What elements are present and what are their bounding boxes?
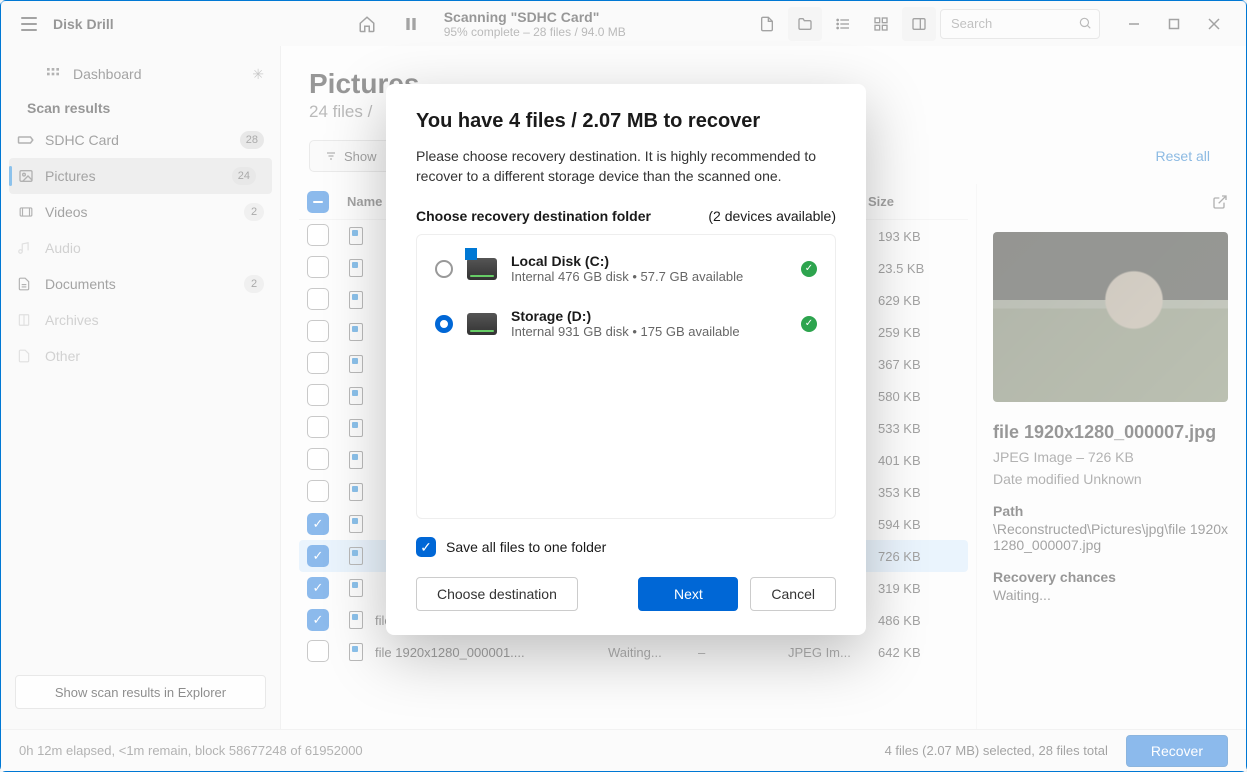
destination-list: Local Disk (C:) Internal 476 GB disk • 5… — [416, 234, 836, 519]
choose-destination-button[interactable]: Choose destination — [416, 577, 578, 611]
modal-title: You have 4 files / 2.07 MB to recover — [416, 110, 836, 133]
drive-icon — [467, 258, 497, 280]
save-one-folder-label: Save all files to one folder — [446, 539, 606, 555]
device-count: (2 devices available) — [708, 208, 836, 224]
destination-sub: Internal 931 GB disk • 175 GB available — [511, 324, 787, 339]
drive-icon — [467, 313, 497, 335]
next-button[interactable]: Next — [638, 577, 738, 611]
modal-body: Please choose recovery destination. It i… — [416, 147, 836, 186]
status-ok-icon: ✓ — [801, 261, 817, 277]
radio-button[interactable] — [435, 260, 453, 278]
destination-label: Choose recovery destination folder — [416, 208, 651, 224]
destination-name: Storage (D:) — [511, 308, 787, 324]
save-one-folder-checkbox[interactable]: ✓ — [416, 537, 436, 557]
cancel-button[interactable]: Cancel — [750, 577, 836, 611]
radio-button[interactable] — [435, 315, 453, 333]
destination-name: Local Disk (C:) — [511, 253, 787, 269]
recovery-destination-modal: You have 4 files / 2.07 MB to recover Pl… — [386, 84, 866, 635]
destination-option[interactable]: Local Disk (C:) Internal 476 GB disk • 5… — [417, 241, 835, 296]
destination-sub: Internal 476 GB disk • 57.7 GB available — [511, 269, 787, 284]
destination-option[interactable]: Storage (D:) Internal 931 GB disk • 175 … — [417, 296, 835, 351]
status-ok-icon: ✓ — [801, 316, 817, 332]
